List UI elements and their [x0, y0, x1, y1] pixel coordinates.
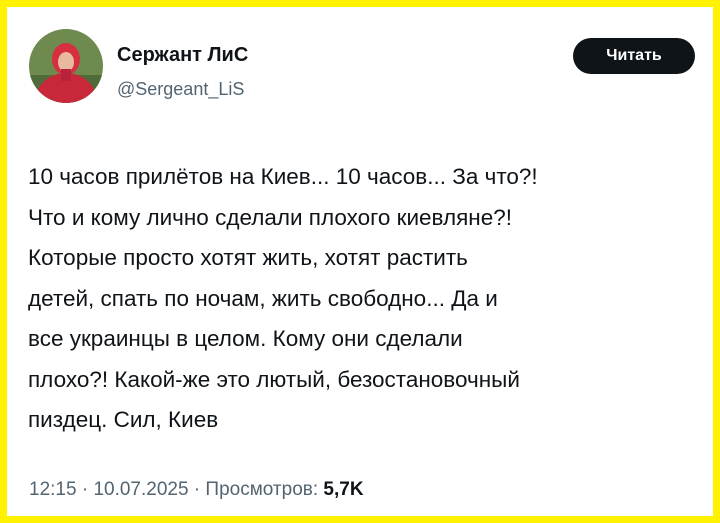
post-text-line: Что и кому лично сделали плохого киевлян…	[28, 204, 513, 230]
meta-separator: ·	[76, 479, 94, 500]
post-text-line: плохо?! Какой-же это лютый, безостановоч…	[28, 366, 520, 392]
tweet-card: Сержант ЛиС @Sergeant_LiS Читать 10 часо…	[7, 7, 713, 516]
post-text-line: все украинцы в целом. Кому они сделали	[28, 326, 463, 351]
follow-button[interactable]: Читать	[573, 38, 695, 74]
post-text: 10 часов прилётов на Киев... 10 часов...…	[28, 157, 708, 441]
post-time[interactable]: 12:15	[29, 479, 77, 500]
post-text-line: 10 часов прилётов на Киев... 10 часов...…	[28, 164, 538, 189]
author-handle[interactable]: @Sergeant_LiS	[117, 79, 244, 100]
views-count: 5,7K	[323, 479, 364, 500]
author-avatar[interactable]	[29, 29, 103, 103]
post-text-line: пиздец. Сил, Киев	[28, 407, 219, 432]
post-metadata: 12:15 · 10.07.2025 · Просмотров: 5,7K	[29, 479, 364, 501]
post-text-line: детей, спать по ночам, жить свободно... …	[28, 285, 498, 311]
post-text-line: Которые просто хотят жить, хотят растить	[28, 245, 468, 270]
meta-separator: ·	[188, 479, 206, 500]
views-label: Просмотров:	[205, 479, 319, 500]
author-display-name[interactable]: Сержант ЛиС	[117, 44, 248, 67]
post-date[interactable]: 10.07.2025	[93, 479, 188, 500]
avatar-photo-icon	[29, 29, 103, 103]
